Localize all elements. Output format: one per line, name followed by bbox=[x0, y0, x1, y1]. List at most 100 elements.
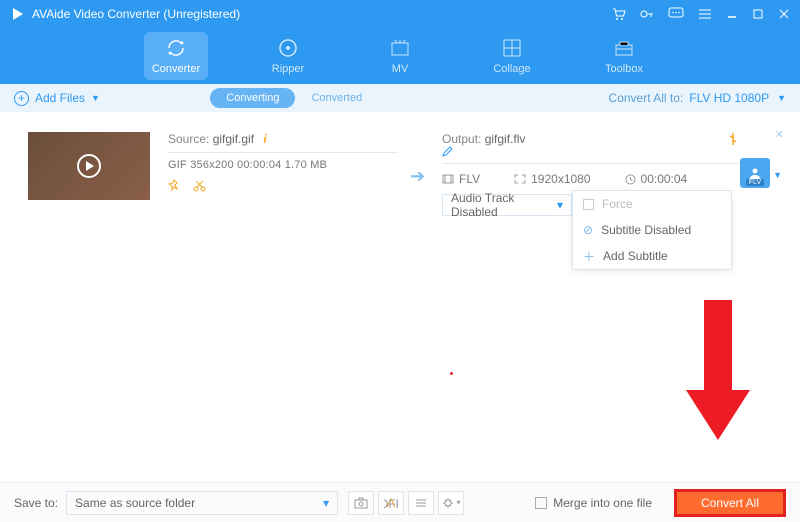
save-to-label: Save to: bbox=[14, 496, 58, 510]
nav-converter[interactable]: Converter bbox=[144, 32, 208, 80]
footer-tools: OFF ▾ bbox=[348, 491, 464, 515]
nav-toolbox[interactable]: Toolbox bbox=[592, 32, 656, 80]
feedback-icon[interactable] bbox=[668, 7, 684, 21]
clock-icon bbox=[625, 174, 636, 185]
divider bbox=[168, 152, 398, 153]
subtitle-disabled-label: Subtitle Disabled bbox=[601, 223, 691, 237]
subtitle-off-icon: ⊘ bbox=[583, 223, 593, 237]
format-ext: FLV bbox=[746, 179, 764, 186]
annotation-dot bbox=[450, 372, 453, 375]
app-logo: AVAide Video Converter (Unregistered) bbox=[10, 6, 240, 22]
maximize-icon[interactable] bbox=[752, 8, 764, 20]
convert-all-to-value: FLV HD 1080P bbox=[689, 91, 769, 105]
spec-res-value: 1920x1080 bbox=[531, 172, 590, 186]
convert-all-button[interactable]: Convert All bbox=[674, 489, 786, 517]
save-to-value: Same as source folder bbox=[75, 496, 195, 510]
film-icon bbox=[442, 174, 454, 184]
toolbox-icon bbox=[613, 37, 635, 59]
convert-all-to-select[interactable]: FLV HD 1080P ▼ bbox=[689, 91, 786, 105]
minimize-icon[interactable] bbox=[726, 8, 738, 20]
pin-icon[interactable] bbox=[168, 179, 181, 192]
nav-toolbox-label: Toolbox bbox=[605, 63, 643, 75]
status-tabs: Converting Converted bbox=[210, 88, 378, 108]
divider bbox=[442, 163, 742, 164]
source-row: Source: gifgif.gif i bbox=[168, 132, 398, 146]
plus-icon: ＋ bbox=[583, 248, 595, 265]
add-files-button[interactable]: + Add Files ▼ bbox=[14, 91, 100, 106]
output-label: Output: bbox=[442, 132, 481, 146]
convert-all-to-label: Convert All to: bbox=[609, 91, 684, 105]
format-badge[interactable]: FLV bbox=[740, 158, 770, 188]
subtitle-disabled-option[interactable]: ⊘ Subtitle Disabled bbox=[573, 217, 731, 243]
merge-checkbox[interactable]: Merge into one file bbox=[535, 496, 652, 510]
collage-icon bbox=[501, 37, 523, 59]
play-icon bbox=[77, 154, 101, 178]
subtitle-add-option[interactable]: ＋ Add Subtitle bbox=[573, 243, 731, 269]
tab-converted[interactable]: Converted bbox=[295, 88, 378, 108]
task-list-icon[interactable] bbox=[408, 491, 434, 515]
nav-ripper-label: Ripper bbox=[272, 63, 304, 75]
main-nav: Converter Ripper MV Collage Toolbox bbox=[0, 28, 800, 84]
mv-icon bbox=[389, 37, 411, 59]
menu-icon[interactable] bbox=[698, 8, 712, 20]
format-caret[interactable]: ▼ bbox=[773, 170, 782, 180]
cart-icon[interactable] bbox=[612, 7, 626, 21]
merge-label: Merge into one file bbox=[553, 496, 652, 510]
nav-ripper[interactable]: Ripper bbox=[256, 32, 320, 80]
spec-container: FLV bbox=[442, 172, 480, 186]
audio-track-select[interactable]: Audio Track Disabled ▾ bbox=[442, 194, 572, 216]
tab-converting[interactable]: Converting bbox=[210, 88, 295, 108]
cut-icon[interactable] bbox=[193, 179, 206, 192]
nav-mv-label: MV bbox=[392, 63, 409, 75]
nav-collage[interactable]: Collage bbox=[480, 32, 544, 80]
convert-all-to: Convert All to: FLV HD 1080P ▼ bbox=[609, 91, 786, 105]
ripper-icon bbox=[277, 37, 299, 59]
nav-collage-label: Collage bbox=[493, 63, 530, 75]
snapshot-icon[interactable] bbox=[348, 491, 374, 515]
spec-duration: 00:00:04 bbox=[625, 172, 688, 186]
source-block: Source: gifgif.gif i GIF 356x200 00:00:0… bbox=[168, 132, 398, 192]
nav-converter-label: Converter bbox=[152, 63, 200, 75]
system-icons bbox=[612, 7, 790, 21]
remove-item-icon[interactable]: ✕ bbox=[775, 128, 784, 141]
add-files-label: Add Files bbox=[35, 91, 85, 105]
edit-icon[interactable] bbox=[442, 146, 742, 157]
compress-icon[interactable] bbox=[726, 132, 740, 146]
titlebar: AVAide Video Converter (Unregistered) bbox=[0, 0, 800, 28]
gpu-toggle-icon[interactable]: OFF bbox=[378, 491, 404, 515]
output-specs: FLV 1920x1080 00:00:04 bbox=[442, 172, 742, 186]
chevron-down-icon: ▾ bbox=[323, 496, 329, 510]
checkbox-icon bbox=[583, 199, 594, 210]
sub-toolbar: + Add Files ▼ Converting Converted Conve… bbox=[0, 84, 800, 112]
audio-track-value: Audio Track Disabled bbox=[451, 191, 557, 219]
close-icon[interactable] bbox=[778, 8, 790, 20]
info-icon[interactable]: i bbox=[263, 132, 266, 146]
convert-all-label: Convert All bbox=[701, 496, 759, 510]
checkbox-icon bbox=[535, 497, 547, 509]
arrow-icon: ➔ bbox=[410, 166, 425, 187]
person-icon bbox=[748, 167, 762, 179]
output-row: Output: gifgif.flv bbox=[442, 132, 742, 157]
subtitle-add-label: Add Subtitle bbox=[603, 249, 668, 263]
logo-icon bbox=[10, 6, 26, 22]
subtitle-force-option[interactable]: Force bbox=[573, 191, 731, 217]
subtitle-force-label: Force bbox=[602, 197, 633, 211]
source-label: Source: bbox=[168, 132, 209, 146]
chevron-down-icon: ▾ bbox=[557, 198, 563, 212]
footer: Save to: Same as source folder ▾ OFF ▾ M… bbox=[0, 482, 800, 522]
save-to-select[interactable]: Same as source folder ▾ bbox=[66, 491, 338, 515]
output-filename: gifgif.flv bbox=[485, 132, 526, 146]
key-icon[interactable] bbox=[640, 7, 654, 21]
settings-icon[interactable]: ▾ bbox=[438, 491, 464, 515]
nav-mv[interactable]: MV bbox=[368, 32, 432, 80]
svg-text:OFF: OFF bbox=[384, 497, 398, 509]
converter-icon bbox=[165, 37, 187, 59]
thumbnail[interactable] bbox=[28, 132, 150, 200]
plus-icon: + bbox=[14, 91, 29, 106]
spec-dur-value: 00:00:04 bbox=[641, 172, 688, 186]
content-area: Source: gifgif.gif i GIF 356x200 00:00:0… bbox=[0, 112, 800, 468]
chevron-down-icon: ▼ bbox=[91, 93, 100, 103]
spec-format: FLV bbox=[459, 172, 480, 186]
app-title: AVAide Video Converter (Unregistered) bbox=[32, 7, 240, 21]
chevron-down-icon: ▼ bbox=[777, 93, 786, 103]
